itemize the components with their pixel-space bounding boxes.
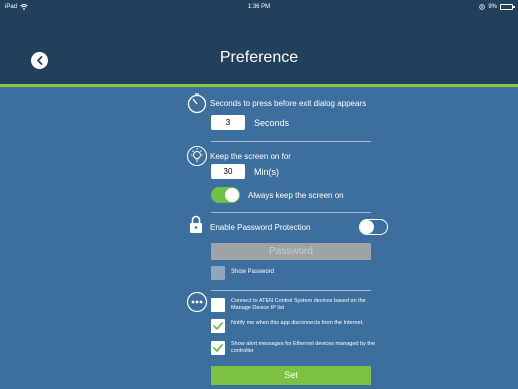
header-accent-line [0,84,518,87]
always-on-label: Always keep the screen on [248,191,344,200]
screen-on-label: Keep the screen on for [210,152,291,161]
password-protection-label: Enable Password Protection [210,223,311,232]
notify-disconnect-checkbox[interactable] [211,319,225,333]
location-icon [479,4,486,10]
divider [211,212,371,213]
status-bar: iPad 1:36 PM 9% [0,0,518,14]
notify-disconnect-label: Notify me when this app disconnects from… [231,320,364,326]
divider [211,141,371,142]
toggle-knob [225,188,239,202]
always-on-toggle[interactable] [211,187,240,203]
show-alerts-label: Show alert messages for Ethernet devices… [231,341,375,354]
checkmark-icon [213,344,223,352]
navigation-header: iPad 1:36 PM 9% Preference [0,0,518,84]
password-input[interactable]: Password [211,243,371,260]
show-password-label: Show Password [231,269,275,275]
divider [211,290,371,291]
toggle-knob [360,220,374,234]
show-password-checkbox[interactable] [211,266,225,280]
screen-minutes-input[interactable]: 30 [211,164,245,179]
exit-seconds-input[interactable]: 3 [211,115,245,130]
battery-percent: 9% [488,4,497,10]
exit-seconds-unit: Seconds [254,118,290,128]
battery-icon [500,4,515,10]
set-button[interactable]: Set [211,366,371,385]
more-options-icon [186,291,208,313]
status-time: 1:36 PM [247,4,271,10]
connect-aten-label: Connect to ATEN Control System devices b… [231,298,366,311]
lock-icon [190,215,202,233]
exit-dialog-label: Seconds to press before exit dialog appe… [210,99,367,108]
page-title: Preference [219,49,299,66]
timer-icon [187,93,207,114]
screen-minutes-unit: Min(s) [254,167,279,177]
checkmark-icon [213,322,223,330]
lightbulb-icon [186,145,208,167]
status-right: 9% [479,4,515,10]
connect-aten-checkbox[interactable] [211,298,225,312]
password-protection-toggle[interactable] [359,219,388,235]
show-alerts-checkbox[interactable] [211,341,225,355]
